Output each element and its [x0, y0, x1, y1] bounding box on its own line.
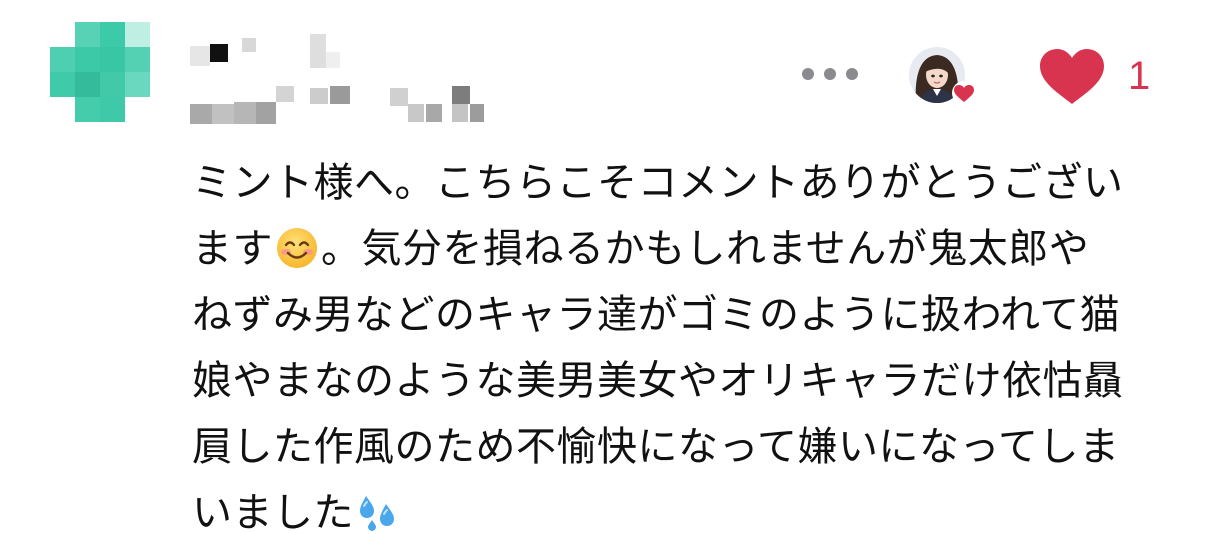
- sweat-droplets-icon: [360, 496, 394, 531]
- liker-avatar-icon: [909, 47, 976, 105]
- comment-line: いました: [192, 480, 1182, 534]
- avatar[interactable]: [50, 22, 150, 122]
- like-count: 1: [1128, 54, 1151, 98]
- smiling-face-icon: [277, 228, 317, 268]
- author-name-censored[interactable]: [190, 16, 510, 126]
- comment-text-segment: いました: [192, 490, 354, 534]
- liker-avatar[interactable]: [908, 46, 976, 105]
- heart-badge-icon: [952, 81, 976, 105]
- ellipsis-icon[interactable]: [802, 62, 858, 86]
- comment-line: 屓した作風のため不愉快になって嫌いになってしま: [192, 424, 1120, 470]
- comment-line: ねずみ男などのキャラ達がゴミのように扱われて猫: [192, 292, 1121, 338]
- ellipsis-dot: [802, 68, 814, 80]
- comment-line: ミント様へ。こちらこそコメントありがとうござい: [192, 160, 1124, 206]
- comment-text-segment: 。気分を損ねるかもしれませんが鬼太郎や: [321, 226, 1090, 272]
- ellipsis-dot: [846, 68, 858, 80]
- ellipsis-dot: [824, 68, 836, 80]
- heart-icon[interactable]: [1038, 48, 1106, 106]
- comment-text-segment: ます: [192, 226, 273, 272]
- comment-line: 娘やまなのような美男美女やオリキャラだけ依怙贔: [192, 358, 1124, 404]
- comment-line: ます 。気分を損ねるかもしれませんが鬼太郎や: [192, 216, 1182, 282]
- comment-text: ミント様へ。こちらこそコメントありがとうござい ます 。気分を損ねるかもしれませ…: [192, 150, 1182, 534]
